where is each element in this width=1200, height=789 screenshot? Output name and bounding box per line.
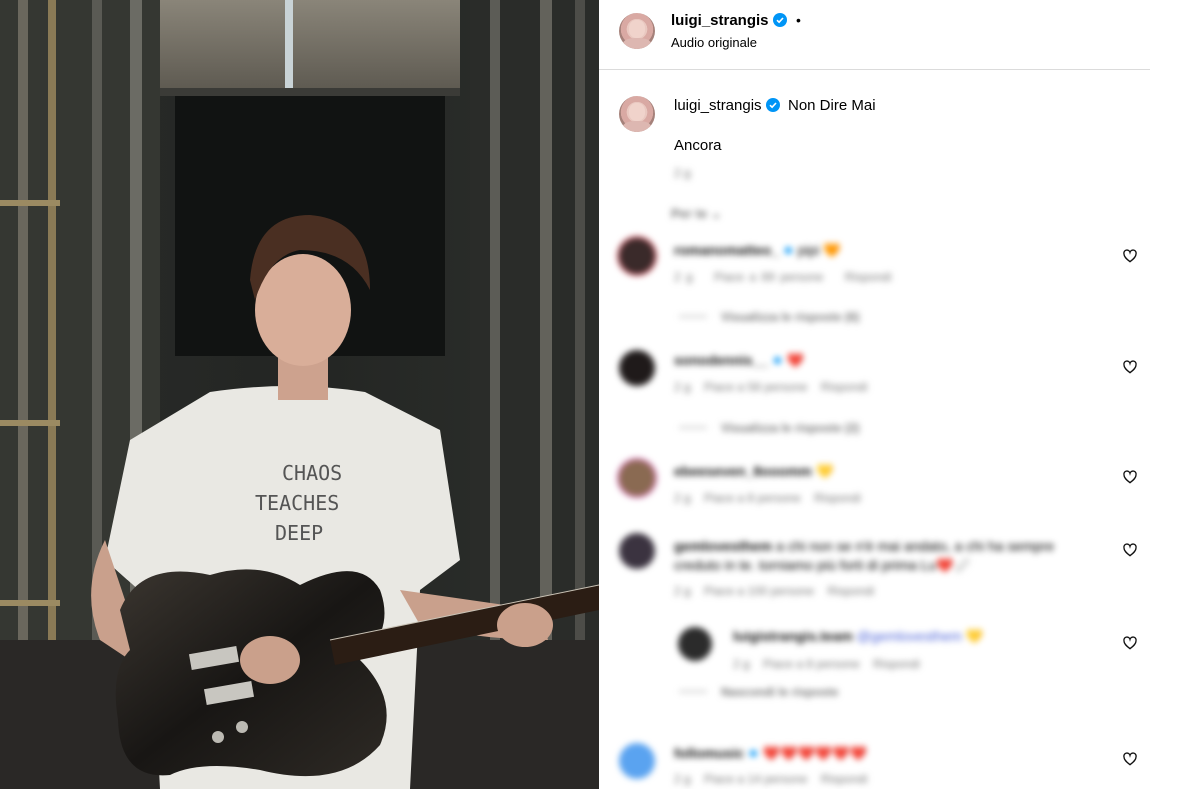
reply-button[interactable]: Rispondi — [873, 657, 920, 671]
verified-badge-icon — [765, 98, 780, 112]
verified-badge-icon — [772, 13, 787, 27]
separator-dot: • — [795, 12, 801, 28]
comment-time: 2 g — [674, 270, 693, 284]
view-replies-button[interactable]: Visualizza le risposte (6) — [721, 310, 860, 324]
commenter-avatar[interactable] — [619, 533, 655, 569]
caption-row: luigi_strangis Non Dire Mai — [674, 97, 876, 115]
caption-title: Non Dire Mai — [788, 97, 876, 114]
owner-username[interactable]: luigi_strangis — [671, 12, 769, 29]
commenter-username[interactable]: gemlovesthem — [674, 538, 772, 554]
commenter-username[interactable]: follomusic — [674, 745, 744, 761]
reply-button[interactable]: Rispondi — [827, 584, 874, 598]
commenter-avatar[interactable] — [619, 350, 655, 386]
heart-outline-icon[interactable] — [1122, 542, 1138, 558]
commenter-avatar[interactable] — [619, 743, 655, 779]
comment-text: 💛 — [965, 628, 984, 644]
caption-time: 2 g — [674, 166, 691, 180]
commenter-avatar[interactable] — [678, 627, 712, 661]
comment-time: 2 g — [674, 772, 691, 786]
view-replies-button[interactable]: Visualizza le risposte (2) — [721, 421, 860, 435]
commenter-avatar[interactable] — [619, 238, 655, 274]
comment-time: 2 g — [674, 584, 691, 598]
commenter-username[interactable]: romanomatteo_ — [674, 242, 779, 258]
comment-text: 💛 — [816, 463, 834, 479]
svg-text:CHAOS: CHAOS — [282, 461, 342, 485]
heart-outline-icon[interactable] — [1122, 635, 1138, 651]
comment-likes[interactable]: Piace a 89 persone — [714, 270, 823, 284]
reply-button[interactable]: Rispondi — [821, 380, 868, 394]
svg-text:DEEP: DEEP — [275, 521, 323, 545]
mention-link[interactable]: @gemlovesthem — [857, 628, 962, 644]
svg-text:TEACHES: TEACHES — [255, 491, 339, 515]
comments-filter[interactable]: Per te ⌄ — [671, 206, 722, 222]
hide-replies-button[interactable]: Nascondi le risposte — [721, 685, 838, 699]
comment-text: ❤️❤️❤️❤️❤️❤️ — [762, 745, 868, 761]
page-margin — [1150, 0, 1200, 789]
comment-likes[interactable]: Piace a 100 persone — [704, 584, 814, 598]
comment-likes[interactable]: Piace a 14 persone — [704, 772, 807, 786]
comment-likes[interactable]: Piace a 8 persone — [704, 491, 801, 505]
heart-outline-icon[interactable] — [1122, 751, 1138, 767]
caption-username[interactable]: luigi_strangis — [674, 97, 762, 114]
post-header: luigi_strangis • Audio originale — [599, 0, 1150, 70]
comment-time: 2 g — [674, 380, 691, 394]
heart-outline-icon[interactable] — [1122, 359, 1138, 375]
comment-likes[interactable]: Piace a 58 persone — [704, 380, 807, 394]
commenter-username[interactable]: luigistrangis.team — [733, 628, 853, 644]
comment-text: pipi 🧡 — [797, 242, 841, 258]
heart-outline-icon[interactable] — [1122, 248, 1138, 264]
commenter-username[interactable]: ebeeseven_8ooomm — [674, 463, 812, 479]
comment-text: ❤️ — [786, 352, 805, 368]
performer-photo: CHAOS TEACHES DEEP — [0, 0, 599, 789]
commenter-avatar[interactable] — [619, 460, 655, 496]
reply-button[interactable]: Rispondi — [814, 491, 861, 505]
reply-button[interactable]: Rispondi — [845, 270, 892, 284]
caption-text: Ancora — [674, 137, 722, 154]
post-panel: luigi_strangis • Audio originale luigi_s… — [599, 0, 1150, 789]
commenter-username[interactable]: sonodennis__ — [674, 352, 768, 368]
comment-time: 2 g — [674, 491, 691, 505]
comment-likes[interactable]: Piace a 8 persone — [763, 657, 860, 671]
reply-button[interactable]: Rispondi — [821, 772, 868, 786]
comment-time: 2 g — [733, 657, 750, 671]
audio-link[interactable]: Audio originale — [671, 35, 757, 50]
owner-avatar[interactable] — [619, 13, 655, 49]
caption-avatar[interactable] — [619, 96, 655, 132]
heart-outline-icon[interactable] — [1122, 469, 1138, 485]
post-media[interactable]: CHAOS TEACHES DEEP — [0, 0, 599, 789]
